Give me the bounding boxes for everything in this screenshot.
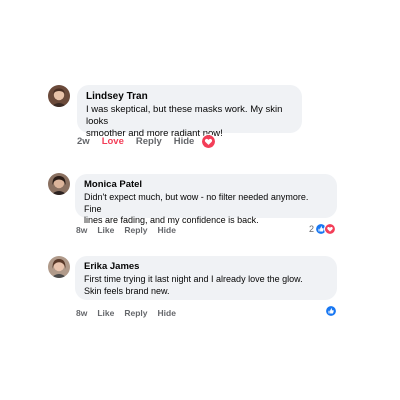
comment-bubble: Lindsey Tran I was skeptical, but these … [77, 85, 302, 139]
comment-author[interactable]: Lindsey Tran [86, 90, 293, 103]
comment-timestamp[interactable]: 8w [76, 308, 87, 318]
reaction-summary[interactable] [325, 305, 337, 317]
comment-timestamp[interactable]: 2w [77, 136, 90, 147]
comment-timestamp[interactable]: 8w [76, 225, 87, 235]
comment-author[interactable]: Monica Patel [84, 178, 328, 191]
like-button[interactable]: Like [97, 308, 114, 318]
reaction-summary[interactable]: 2 [309, 223, 337, 235]
comment-actions: 2w Love Reply Hide [77, 134, 206, 148]
heart-icon [324, 223, 337, 235]
reply-button[interactable]: Reply [124, 308, 147, 318]
comment-bubble: Monica Patel Didn't expect much, but wow… [75, 174, 337, 225]
avatar[interactable] [48, 173, 70, 195]
heart-icon [201, 134, 216, 149]
reply-button[interactable]: Reply [124, 225, 147, 235]
hide-button[interactable]: Hide [174, 136, 195, 147]
love-button[interactable]: Love [102, 136, 124, 147]
hide-button[interactable]: Hide [158, 308, 176, 318]
comment-author[interactable]: Erika James [84, 260, 328, 273]
comment-text: Didn't expect much, but wow - no filter … [84, 192, 309, 225]
reaction-summary[interactable] [201, 134, 216, 149]
hide-button[interactable]: Hide [158, 225, 176, 235]
comment-actions: 8w Like Reply Hide [76, 307, 186, 319]
avatar[interactable] [48, 85, 70, 107]
comment-bubble: Erika James First time trying it last ni… [75, 256, 337, 300]
avatar[interactable] [48, 256, 70, 278]
reaction-count: 2 [309, 224, 315, 234]
thumbs-up-icon [325, 305, 337, 317]
like-button[interactable]: Like [97, 225, 114, 235]
reply-button[interactable]: Reply [136, 136, 162, 147]
comments-section: Lindsey Tran I was skeptical, but these … [0, 0, 400, 400]
comment-text: First time trying it last night and I al… [84, 274, 303, 296]
comment-actions: 8w Like Reply Hide [76, 224, 186, 236]
